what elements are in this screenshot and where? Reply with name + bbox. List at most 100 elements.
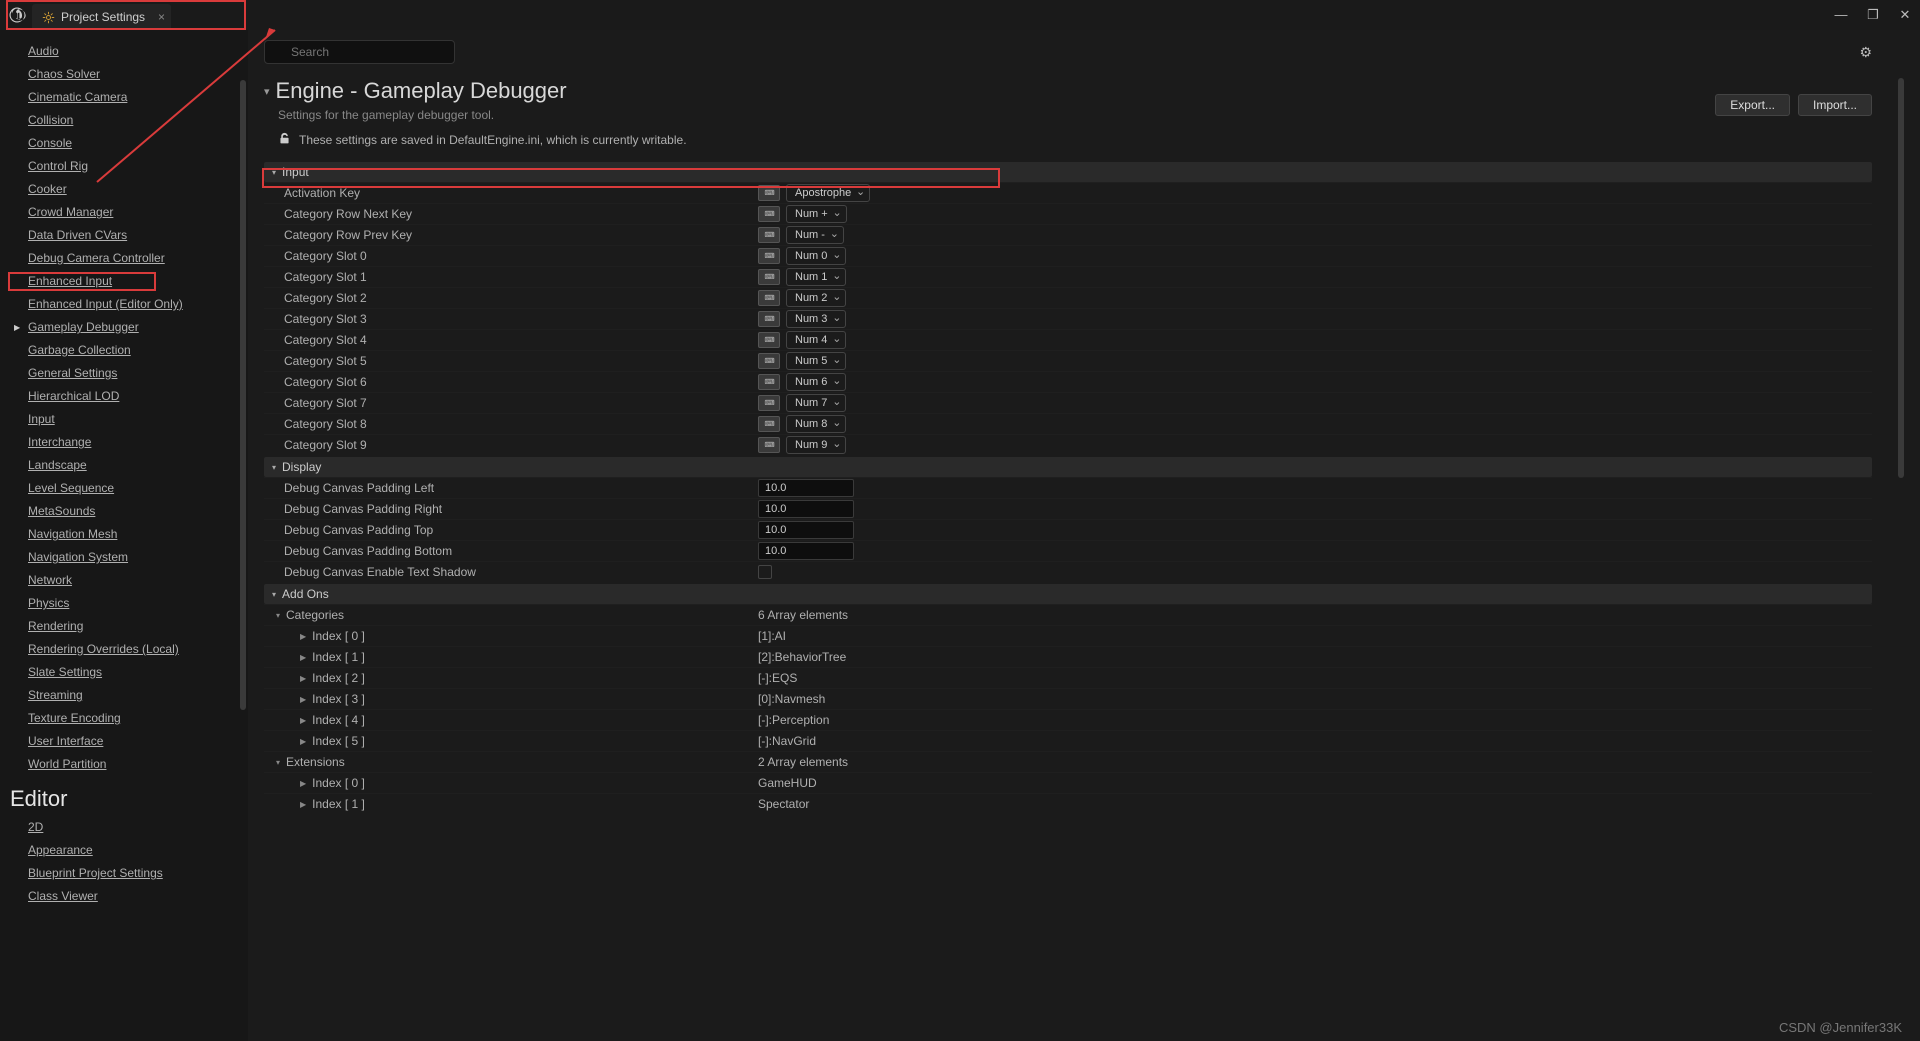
keyboard-icon[interactable]: ⌨ <box>758 227 780 243</box>
key-dropdown[interactable]: Num 6 <box>786 373 846 391</box>
sidebar-item-network[interactable]: Network <box>0 569 248 592</box>
sidebar-item-interchange[interactable]: Interchange <box>0 431 248 454</box>
sidebar-item-gameplay-debugger[interactable]: Gameplay Debugger <box>0 316 248 339</box>
sidebar-scrollbar[interactable] <box>240 80 246 710</box>
sidebar-item-navigation-system[interactable]: Navigation System <box>0 546 248 569</box>
sidebar-item-streaming[interactable]: Streaming <box>0 684 248 707</box>
sidebar-item-navigation-mesh[interactable]: Navigation Mesh <box>0 523 248 546</box>
sidebar-item-garbage-collection[interactable]: Garbage Collection <box>0 339 248 362</box>
property-label: ▶Index [ 1 ] <box>264 797 754 811</box>
close-button[interactable]: ✕ <box>1898 7 1912 23</box>
sidebar-item-metasounds[interactable]: MetaSounds <box>0 500 248 523</box>
sidebar-item-user-interface[interactable]: User Interface <box>0 730 248 753</box>
sidebar-item-data-driven-cvars[interactable]: Data Driven CVars <box>0 224 248 247</box>
key-dropdown[interactable]: Num 9 <box>786 436 846 454</box>
category-item-1: ▶Index [ 1 ][2]:BehaviorTree <box>264 646 1872 667</box>
sidebar-item-appearance[interactable]: Appearance <box>0 839 248 862</box>
import-button[interactable]: Import... <box>1798 94 1872 116</box>
number-input[interactable] <box>758 500 854 518</box>
keyboard-icon[interactable]: ⌨ <box>758 374 780 390</box>
sidebar-item-collision[interactable]: Collision <box>0 109 248 132</box>
sidebar-item-crowd-manager[interactable]: Crowd Manager <box>0 201 248 224</box>
sidebar-item-audio[interactable]: Audio <box>0 40 248 63</box>
expand-arrow-icon[interactable]: ▶ <box>300 632 306 641</box>
sidebar-item-class-viewer[interactable]: Class Viewer <box>0 885 248 908</box>
sidebar-item-slate-settings[interactable]: Slate Settings <box>0 661 248 684</box>
section-input[interactable]: ▾Input <box>264 162 1872 182</box>
tab-close-icon[interactable]: × <box>158 10 165 24</box>
checkbox[interactable] <box>758 565 772 579</box>
expand-arrow-icon[interactable]: ▶ <box>300 779 306 788</box>
sidebar-item-chaos-solver[interactable]: Chaos Solver <box>0 63 248 86</box>
sidebar-item-hierarchical-lod[interactable]: Hierarchical LOD <box>0 385 248 408</box>
keyboard-icon[interactable]: ⌨ <box>758 206 780 222</box>
key-dropdown[interactable]: Num 0 <box>786 247 846 265</box>
key-dropdown[interactable]: Num 4 <box>786 331 846 349</box>
sidebar-item-world-partition[interactable]: World Partition <box>0 753 248 776</box>
sidebar-item-enhanced-input-editor-only-[interactable]: Enhanced Input (Editor Only) <box>0 293 248 316</box>
expand-arrow-icon[interactable]: ▶ <box>300 674 306 683</box>
sidebar-item-level-sequence[interactable]: Level Sequence <box>0 477 248 500</box>
keyboard-icon[interactable]: ⌨ <box>758 290 780 306</box>
key-dropdown[interactable]: Num - <box>786 226 844 244</box>
export-button[interactable]: Export... <box>1715 94 1790 116</box>
property-label: ▶Index [ 2 ] <box>264 671 754 685</box>
chevron-down-icon: ▾ <box>272 168 276 177</box>
sidebar-item-control-rig[interactable]: Control Rig <box>0 155 248 178</box>
sidebar-item-input[interactable]: Input <box>0 408 248 431</box>
number-input[interactable] <box>758 479 854 497</box>
keyboard-icon[interactable]: ⌨ <box>758 248 780 264</box>
section-addons[interactable]: ▾Add Ons <box>264 584 1872 604</box>
collapse-arrow-icon[interactable]: ▾ <box>264 85 270 98</box>
expand-arrow-icon[interactable]: ▶ <box>300 800 306 809</box>
keyboard-icon[interactable]: ⌨ <box>758 437 780 453</box>
number-input[interactable] <box>758 542 854 560</box>
minimize-button[interactable]: — <box>1834 7 1848 23</box>
section-display[interactable]: ▾Display <box>264 457 1872 477</box>
gear-icon[interactable]: ⚙ <box>1859 44 1872 61</box>
chevron-down-icon[interactable]: ▾ <box>276 758 280 767</box>
key-dropdown[interactable]: Num 3 <box>786 310 846 328</box>
key-dropdown[interactable]: Num 1 <box>786 268 846 286</box>
categories-row: ▾Categories6 Array elements <box>264 604 1872 625</box>
sidebar-item-texture-encoding[interactable]: Texture Encoding <box>0 707 248 730</box>
sidebar-item-rendering[interactable]: Rendering <box>0 615 248 638</box>
sidebar-item-cooker[interactable]: Cooker <box>0 178 248 201</box>
sidebar-item-rendering-overrides-local-[interactable]: Rendering Overrides (Local) <box>0 638 248 661</box>
sidebar-item-cinematic-camera[interactable]: Cinematic Camera <box>0 86 248 109</box>
sidebar-item-console[interactable]: Console <box>0 132 248 155</box>
key-dropdown[interactable]: Num 2 <box>786 289 846 307</box>
input-row-7: Category Slot 4⌨Num 4 <box>264 329 1872 350</box>
sidebar-item-blueprint-project-settings[interactable]: Blueprint Project Settings <box>0 862 248 885</box>
keyboard-icon[interactable]: ⌨ <box>758 269 780 285</box>
key-dropdown[interactable]: Num 5 <box>786 352 846 370</box>
key-dropdown[interactable]: Apostrophe <box>786 184 870 202</box>
keyboard-icon[interactable]: ⌨ <box>758 416 780 432</box>
keyboard-icon[interactable]: ⌨ <box>758 395 780 411</box>
property-value: [0]:Navmesh <box>758 692 825 706</box>
property-label: Category Slot 2 <box>264 291 754 305</box>
restore-button[interactable]: ❐ <box>1866 7 1880 23</box>
key-dropdown[interactable]: Num 8 <box>786 415 846 433</box>
expand-arrow-icon[interactable]: ▶ <box>300 716 306 725</box>
sidebar-item-2d[interactable]: 2D <box>0 816 248 839</box>
keyboard-icon[interactable]: ⌨ <box>758 311 780 327</box>
sidebar-item-enhanced-input[interactable]: Enhanced Input <box>0 270 248 293</box>
sidebar-item-general-settings[interactable]: General Settings <box>0 362 248 385</box>
chevron-down-icon[interactable]: ▾ <box>276 611 280 620</box>
expand-arrow-icon[interactable]: ▶ <box>300 737 306 746</box>
tab-project-settings[interactable]: Project Settings × <box>32 4 171 30</box>
keyboard-icon[interactable]: ⌨ <box>758 332 780 348</box>
keyboard-icon[interactable]: ⌨ <box>758 185 780 201</box>
number-input[interactable] <box>758 521 854 539</box>
key-dropdown[interactable]: Num 7 <box>786 394 846 412</box>
sidebar-item-debug-camera-controller[interactable]: Debug Camera Controller <box>0 247 248 270</box>
search-input[interactable] <box>264 40 455 64</box>
property-label: Category Slot 6 <box>264 375 754 389</box>
sidebar-item-physics[interactable]: Physics <box>0 592 248 615</box>
key-dropdown[interactable]: Num + <box>786 205 847 223</box>
keyboard-icon[interactable]: ⌨ <box>758 353 780 369</box>
expand-arrow-icon[interactable]: ▶ <box>300 653 306 662</box>
expand-arrow-icon[interactable]: ▶ <box>300 695 306 704</box>
sidebar-item-landscape[interactable]: Landscape <box>0 454 248 477</box>
